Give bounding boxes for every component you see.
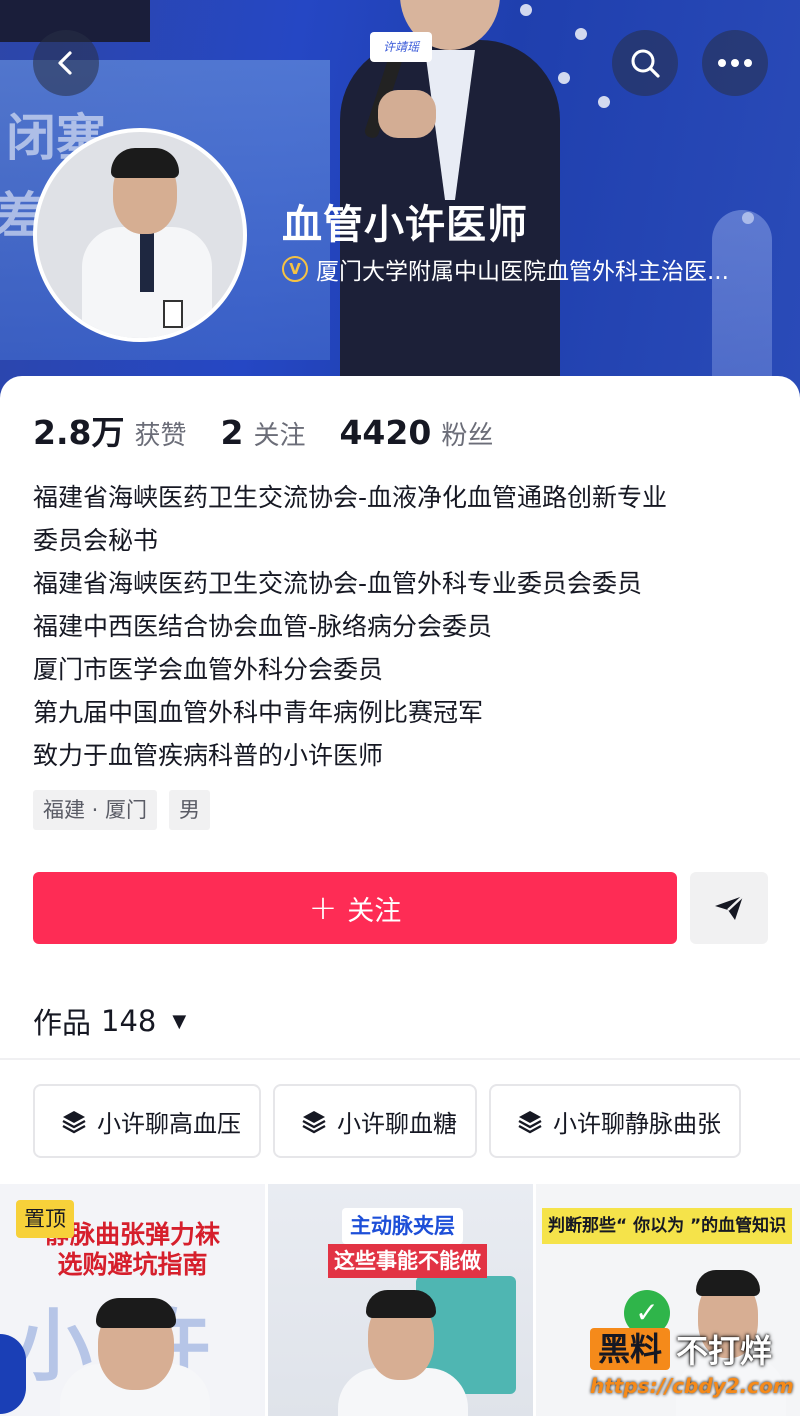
bio: 福建省海峡医药卫生交流协会-血液净化血管通路创新专业 委员会秘书 福建省海峡医药…: [33, 476, 773, 777]
stats-row: 2.8万 获赞 2 关注 4420 粉丝: [33, 406, 493, 454]
verified-icon: V: [282, 256, 308, 282]
profile-tags: 福建 · 厦门 男: [33, 790, 211, 830]
bio-line: 致力于血管疾病科普的小许医师: [33, 741, 384, 770]
stat-value: 4420: [339, 413, 432, 452]
bio-line: 委员会秘书: [33, 526, 159, 555]
message-button[interactable]: [690, 872, 768, 944]
search-icon: [631, 49, 660, 78]
profile-card: 2.8万 获赞 2 关注 4420 粉丝 福建省海峡医药卫生交流协会-血液净化血…: [0, 376, 800, 1416]
divider: [0, 1058, 800, 1060]
watermark-box: 黑料: [590, 1328, 671, 1370]
collection-chip[interactable]: 小许聊高血压: [33, 1084, 261, 1158]
location-tag: 福建 · 厦门: [33, 790, 158, 830]
stat-following[interactable]: 2 关注: [220, 413, 305, 452]
follow-button[interactable]: + 关注: [33, 872, 677, 944]
thumbnail-person: [338, 1288, 468, 1416]
avatar[interactable]: [33, 128, 247, 342]
stat-value: 2: [220, 413, 244, 452]
stat-label: 粉丝: [441, 421, 494, 451]
stat-label: 获赞: [134, 421, 187, 451]
collection-label: 小许聊高血压: [97, 1109, 241, 1138]
plus-icon: +: [308, 888, 338, 928]
stat-value: 2.8万: [33, 413, 125, 452]
thumbnail-tag: 判断那些“ 你以为 ”的血管知识: [542, 1208, 793, 1244]
collection-chip[interactable]: 小许聊血糖: [273, 1084, 477, 1158]
stat-likes[interactable]: 2.8万 获赞: [33, 406, 186, 454]
stat-label: 关注: [253, 421, 306, 451]
search-button[interactable]: [612, 30, 678, 96]
bio-line: 福建省海峡医药卫生交流协会-血液净化血管通路创新专业: [33, 483, 668, 512]
video-thumbnail[interactable]: 小许 静脉曲张弹力袜 选购避坑指南 置顶: [0, 1184, 265, 1416]
collection-label: 小许聊血糖: [337, 1109, 457, 1138]
profile-name: 血管小许医师: [282, 202, 528, 248]
thumbnail-tag: 这些事能不能做: [328, 1244, 487, 1278]
bio-line: 厦门市医学会血管外科分会委员: [33, 655, 384, 684]
follow-label: 关注: [347, 895, 402, 927]
layers-icon: [62, 1111, 86, 1134]
verification-row[interactable]: V 厦门大学附属中山医院血管外科主治医...: [282, 252, 729, 286]
bio-line: 第九届中国血管外科中青年病例比赛冠军: [33, 698, 484, 727]
gender-tag: 男: [169, 790, 211, 830]
more-icon: [718, 59, 752, 67]
thumbnail-decoration: [0, 1334, 26, 1414]
back-button[interactable]: [33, 30, 99, 96]
thumbnail-tag: 主动脉夹层: [342, 1208, 463, 1244]
collection-chip[interactable]: 小许聊静脉曲张: [489, 1084, 741, 1158]
send-icon: [715, 895, 744, 920]
profile-header: 闭塞 差 许靖瑶 血管小许医师 V 厦门大学附属中山医院血管外科主治医...: [0, 0, 800, 400]
bio-line: 福建省海峡医药卫生交流协会-血管外科专业委员会委员: [33, 569, 643, 598]
bio-line: 福建中西医结合协会血管-脉络病分会委员: [33, 612, 493, 641]
collection-chips: 小许聊高血压 小许聊血糖 小许聊静脉曲张: [33, 1084, 800, 1160]
works-label: 作品: [33, 1006, 92, 1040]
header-bg-tower: [712, 210, 772, 380]
thumbnail-person: [60, 1294, 210, 1416]
collection-label: 小许聊静脉曲张: [553, 1109, 721, 1138]
thumbnail-title-line: 选购避坑指南: [57, 1250, 208, 1279]
works-tab[interactable]: 作品 148 ▼: [33, 1000, 186, 1042]
more-button[interactable]: [702, 30, 768, 96]
works-count: 148: [101, 1004, 157, 1038]
mic-label: 许靖瑶: [370, 32, 432, 62]
pinned-badge: 置顶: [16, 1200, 74, 1238]
stat-followers[interactable]: 4420 粉丝: [339, 413, 493, 452]
watermark-url: https://cbdy2.com: [590, 1374, 794, 1398]
caret-down-icon: ▼: [172, 1010, 187, 1032]
layers-icon: [302, 1111, 326, 1134]
watermark-text: 不打烊: [676, 1332, 773, 1370]
chevron-left-icon: [58, 51, 72, 75]
layers-icon: [518, 1111, 542, 1134]
watermark: 黑料 不打烊 https://cbdy2.com: [590, 1326, 794, 1398]
verification-text: 厦门大学附属中山医院血管外科主治医...: [316, 259, 729, 285]
video-thumbnail[interactable]: 主动脉夹层 这些事能不能做: [268, 1184, 533, 1416]
